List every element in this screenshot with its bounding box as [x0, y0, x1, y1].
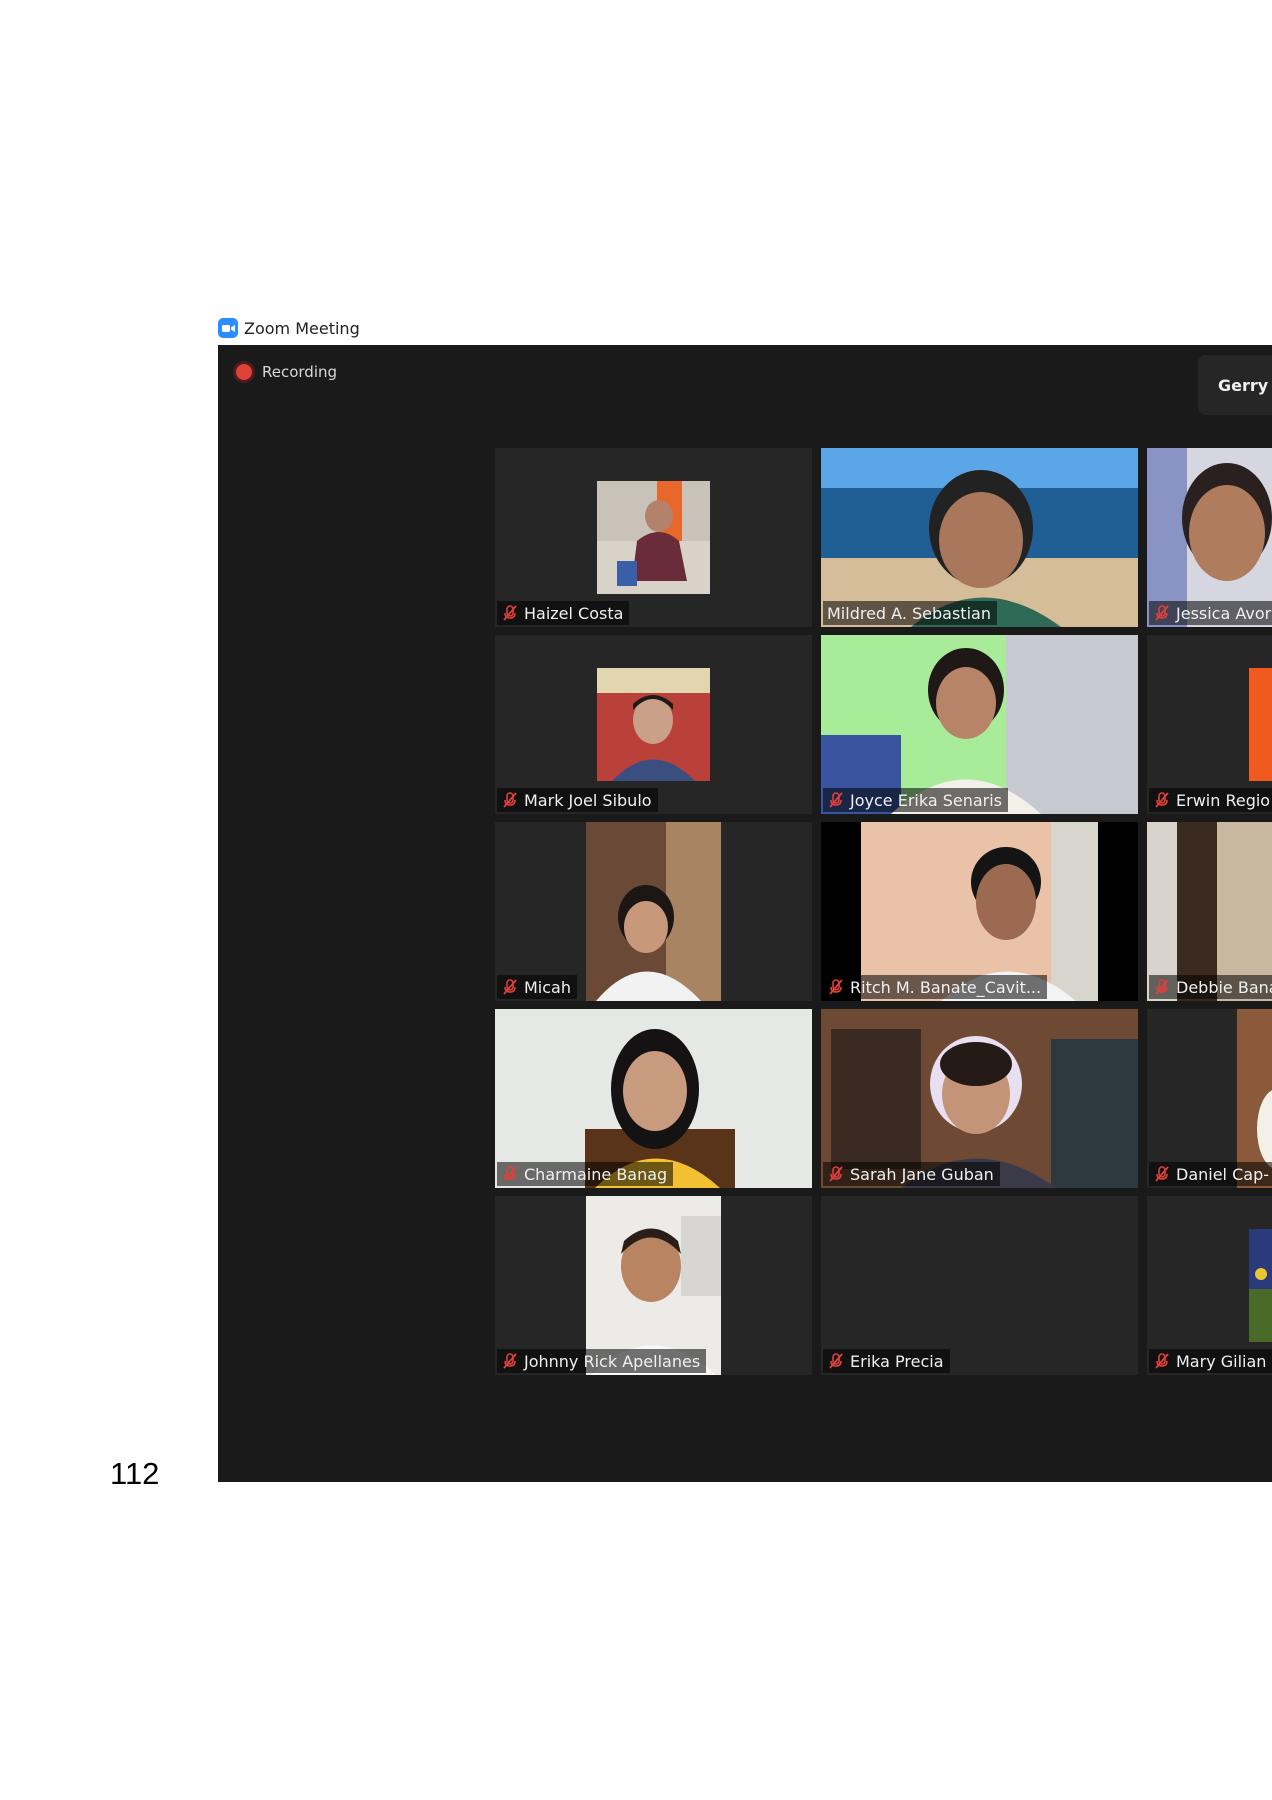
- recording-label: Recording: [262, 363, 338, 381]
- microphone-muted-icon: [503, 1353, 517, 1369]
- participant-tile-mark-joel-sibulo[interactable]: Mark Joel Sibulo: [495, 635, 812, 814]
- profile-photo: [1249, 1229, 1272, 1342]
- profile-photo: [1249, 668, 1272, 781]
- window-title: Zoom Meeting: [244, 318, 360, 338]
- participant-name: Joyce Erika Senaris: [850, 790, 1003, 810]
- participant-name-tag: Micah: [497, 975, 577, 999]
- participant-name: Ritch M. Banate_Cavit...: [850, 977, 1042, 997]
- participant-tile-johnny-rick-apellanes[interactable]: Johnny Rick Apellanes: [495, 1196, 812, 1375]
- participant-tile-micah[interactable]: Micah: [495, 822, 812, 1001]
- microphone-muted-icon: [1155, 1353, 1169, 1369]
- participant-tile-charmaine-banag[interactable]: Charmaine Banag: [495, 1009, 812, 1188]
- participant-name: Debbie Bana: [1176, 977, 1272, 997]
- participant-name: Erika Precia: [850, 1351, 944, 1371]
- participant-tile-haizel-costa[interactable]: Haizel Costa: [495, 448, 812, 627]
- meeting-video-area: Recording Gerry I Haizel Costa: [218, 345, 1272, 1482]
- participant-name-tag: Daniel Cap-: [1149, 1162, 1272, 1186]
- participant-name: Daniel Cap-: [1176, 1164, 1269, 1184]
- microphone-muted-icon: [1155, 979, 1169, 995]
- participant-name: Johnny Rick Apellanes: [524, 1351, 701, 1371]
- participant-tile-erika-precia[interactable]: Erika Precia: [821, 1196, 1138, 1375]
- participant-name: Micah: [524, 977, 571, 997]
- participant-tile-joyce-erika-senaris[interactable]: Joyce Erika Senaris: [821, 635, 1138, 814]
- participant-name-tag: Johnny Rick Apellanes: [497, 1349, 707, 1373]
- participant-name-tag: Mary Gilian: [1149, 1349, 1272, 1373]
- participant-gallery: Haizel Costa Mildred A. Sebastian Jessic…: [495, 448, 1272, 1375]
- participant-name: Erwin Regio: [1176, 790, 1271, 810]
- microphone-muted-icon: [829, 1353, 843, 1369]
- participant-name: Mary Gilian: [1176, 1351, 1267, 1371]
- participant-tile-ritch-m-banate[interactable]: Ritch M. Banate_Cavit...: [821, 822, 1138, 1001]
- participant-name-tag: Haizel Costa: [497, 601, 630, 625]
- microphone-muted-icon: [1155, 792, 1169, 808]
- microphone-muted-icon: [503, 979, 517, 995]
- participant-name: Charmaine Banag: [524, 1164, 668, 1184]
- participant-name-tag: Erika Precia: [823, 1349, 950, 1373]
- microphone-muted-icon: [503, 792, 517, 808]
- participant-tile-erwin-regio[interactable]: Erwin Regio: [1147, 635, 1272, 814]
- participant-tile-mildred-a-sebastian[interactable]: Mildred A. Sebastian: [821, 448, 1138, 627]
- participant-name-tag: Debbie Bana: [1149, 975, 1272, 999]
- zoom-camera-icon: [218, 318, 238, 338]
- participant-tile-jessica-avor[interactable]: Jessica Avor: [1147, 448, 1272, 627]
- participant-name: Mildred A. Sebastian: [827, 603, 991, 623]
- participant-name-tag: Mildred A. Sebastian: [823, 601, 997, 625]
- participant-name-tag: Erwin Regio: [1149, 788, 1272, 812]
- recording-dot-icon: [236, 364, 252, 380]
- microphone-muted-icon: [829, 979, 843, 995]
- participant-name: Sarah Jane Guban: [850, 1164, 994, 1184]
- page-number: 112: [110, 1456, 160, 1491]
- participant-name: Haizel Costa: [524, 603, 624, 623]
- participant-name-tag: Joyce Erika Senaris: [823, 788, 1009, 812]
- participant-tile-daniel-cap[interactable]: Daniel Cap-: [1147, 1009, 1272, 1188]
- window-title-bar: Zoom Meeting: [218, 314, 360, 342]
- profile-photo: [597, 481, 710, 594]
- participant-name: Jessica Avor: [1176, 603, 1272, 623]
- camera-video: [586, 822, 721, 1001]
- participant-name-tag: Sarah Jane Guban: [823, 1162, 1000, 1186]
- microphone-muted-icon: [1155, 1166, 1169, 1182]
- participant-tile-mary-gilian[interactable]: Mary Gilian: [1147, 1196, 1272, 1375]
- profile-photo: [597, 668, 710, 781]
- participant-tile-debbie-bana[interactable]: Debbie Bana: [1147, 822, 1272, 1001]
- participant-name-tag: Ritch M. Banate_Cavit...: [823, 975, 1048, 999]
- microphone-muted-icon: [503, 1166, 517, 1182]
- microphone-muted-icon: [1155, 605, 1169, 621]
- active-speaker-label: Gerry I: [1198, 355, 1272, 415]
- microphone-muted-icon: [829, 1166, 843, 1182]
- participant-name-tag: Jessica Avor: [1149, 601, 1272, 625]
- microphone-muted-icon: [829, 792, 843, 808]
- participant-name: Mark Joel Sibulo: [524, 790, 652, 810]
- participant-name-tag: Mark Joel Sibulo: [497, 788, 658, 812]
- participant-name-tag: Charmaine Banag: [497, 1162, 674, 1186]
- recording-indicator[interactable]: Recording: [236, 363, 337, 381]
- participant-tile-sarah-jane-guban[interactable]: Sarah Jane Guban: [821, 1009, 1138, 1188]
- microphone-muted-icon: [503, 605, 517, 621]
